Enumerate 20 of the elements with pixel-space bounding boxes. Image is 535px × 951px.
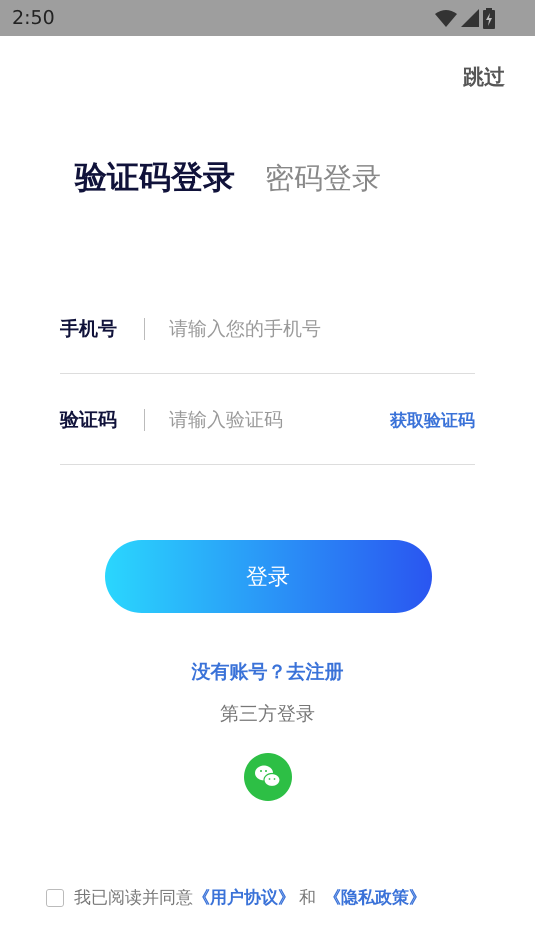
get-code-button[interactable]: 获取验证码 bbox=[390, 408, 475, 432]
field-label: 手机号 bbox=[60, 317, 118, 342]
field-label: 验证码 bbox=[60, 408, 118, 433]
status-time: 2:50 bbox=[12, 7, 55, 29]
battery-icon bbox=[483, 8, 495, 28]
agreement-text: 我已阅读并同意《用户协议》 和 《隐私政策》 bbox=[74, 887, 426, 909]
input-field[interactable]: 请输入验证码 bbox=[167, 408, 390, 432]
login-button[interactable]: 登录 bbox=[104, 540, 432, 613]
chat-bubbles-icon[interactable] bbox=[244, 753, 292, 801]
agreement-checkbox[interactable] bbox=[46, 888, 64, 906]
login-tab[interactable]: 验证码登录 bbox=[75, 156, 235, 200]
register-link[interactable]: 没有账号？去注册 bbox=[192, 659, 344, 685]
input-field[interactable]: 请输入您的手机号 bbox=[167, 317, 475, 341]
signal-icon bbox=[461, 9, 479, 27]
wifi-icon bbox=[435, 9, 457, 27]
third-party-title: 第三方登录 bbox=[220, 702, 315, 727]
user-agreement-link[interactable]: 《用户协议》 bbox=[193, 888, 295, 908]
privacy-policy-link[interactable]: 《隐私政策》 bbox=[324, 888, 426, 908]
skip-button[interactable]: 跳过 bbox=[463, 62, 505, 92]
login-tab[interactable]: 密码登录 bbox=[265, 159, 381, 199]
